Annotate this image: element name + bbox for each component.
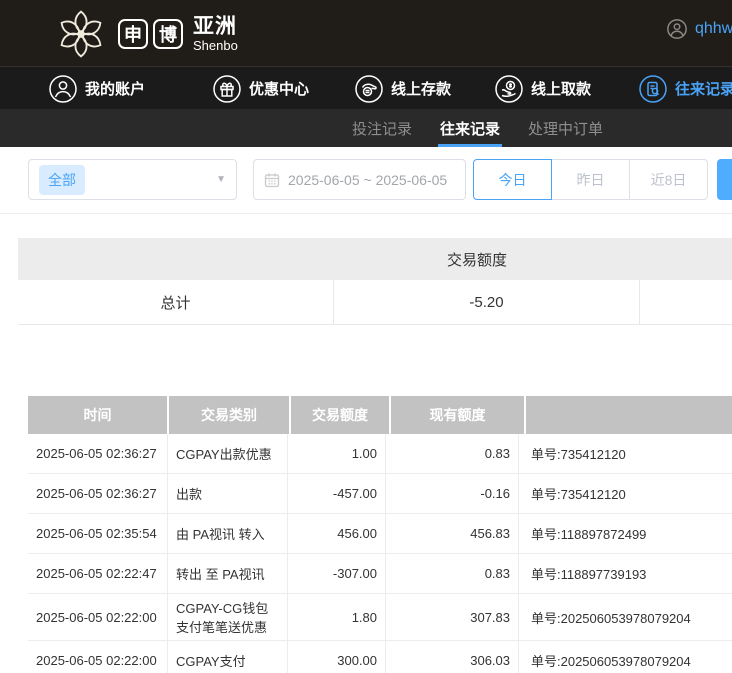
username[interactable]: qhhw [695, 20, 732, 38]
cell-amount: -457.00 [287, 474, 385, 513]
cell-time: 2025-06-05 02:36:27 [28, 474, 167, 513]
filter-bar: 全部 ▼ 2025-06-05 ~ 2025-06-05 今日 昨日 近8日 [0, 147, 732, 214]
col-header-note: 摘要 [526, 396, 732, 434]
nav-item-withdrawal[interactable]: 线上取款 [494, 67, 591, 110]
user-area[interactable]: qhhw [666, 18, 732, 40]
nav-label: 线上存款 [391, 78, 451, 99]
cell-balance: 456.83 [385, 514, 518, 553]
tab-transaction-records[interactable]: 往来记录 [440, 109, 500, 147]
cell-time: 2025-06-05 02:22:47 [28, 554, 167, 593]
nav-item-deposit[interactable]: 线上存款 [354, 67, 451, 110]
cell-note: 单号:202506053978079204 [518, 641, 732, 673]
table-row: 2025-06-05 02:22:00 CGPAY支付 300.00 306.0… [28, 641, 732, 673]
sub-nav: 投注记录 往来记录 处理中订单 [0, 109, 732, 147]
summary-extra-cell [639, 280, 732, 324]
cell-time: 2025-06-05 02:35:54 [28, 514, 167, 553]
records-table-header: 时间 交易类别 交易额度 现有额度 摘要 [28, 396, 732, 434]
cell-type: CGPAY-CG钱包支付笔笔送优惠 [167, 594, 287, 640]
cell-time: 2025-06-05 02:22:00 [28, 641, 167, 673]
summary-header: 交易额度 [18, 238, 732, 280]
records-icon [638, 74, 668, 104]
type-select-value[interactable]: 全部 [39, 165, 85, 195]
cell-type: 出款 [167, 474, 287, 513]
table-row: 2025-06-05 02:22:00 CGPAY-CG钱包支付笔笔送优惠 1.… [28, 594, 732, 641]
cell-balance: -0.16 [385, 474, 518, 513]
records-table: 时间 交易类别 交易额度 现有额度 摘要 2025-06-05 02:36:27… [28, 396, 732, 673]
tab-betting-records[interactable]: 投注记录 [352, 109, 412, 147]
withdrawal-icon [494, 74, 524, 104]
table-row: 2025-06-05 02:36:27 出款 -457.00 -0.16 单号:… [28, 474, 732, 514]
table-row: 2025-06-05 02:35:54 由 PA视讯 转入 456.00 456… [28, 514, 732, 554]
cell-note: 单号:118897872499 [518, 514, 732, 553]
cell-balance: 306.03 [385, 641, 518, 673]
brand-char-1: 申 [118, 19, 148, 49]
search-button[interactable] [717, 159, 732, 200]
nav-label: 线上取款 [531, 78, 591, 99]
site-header: 申 博 亚洲 Shenbo qhhw [0, 0, 732, 66]
cell-note: 单号:202506053978079204 [518, 594, 732, 640]
cell-balance: 0.83 [385, 554, 518, 593]
brand-name-boxes: 申 博 [118, 19, 183, 49]
brand-latin: Shenbo [193, 39, 238, 52]
flower-logo-icon [52, 6, 110, 62]
main-nav: 我的账户 优惠中心 线上存款 线上取款 [0, 66, 732, 109]
today-button[interactable]: 今日 [473, 159, 552, 200]
nav-label: 往来记录 [675, 78, 732, 99]
tab-pending-orders[interactable]: 处理中订单 [528, 109, 603, 147]
cell-note: 单号:735412120 [518, 434, 732, 473]
chevron-down-icon: ▼ [216, 174, 226, 185]
cell-amount: -307.00 [287, 554, 385, 593]
brand-region-block: 亚洲 Shenbo [193, 16, 238, 52]
date-range-input[interactable]: 2025-06-05 ~ 2025-06-05 [253, 159, 466, 200]
nav-item-promotions[interactable]: 优惠中心 [212, 67, 309, 110]
brand-region: 亚洲 [193, 16, 238, 37]
record-tabs: 投注记录 往来记录 处理中订单 [352, 109, 603, 147]
yesterday-button[interactable]: 昨日 [551, 159, 630, 200]
summary-total-value: -5.20 [333, 280, 639, 324]
cell-type: 转出 至 PA视讯 [167, 554, 287, 593]
cell-amount: 456.00 [287, 514, 385, 553]
cell-note: 单号:118897739193 [518, 554, 732, 593]
col-header-balance: 现有额度 [391, 396, 524, 434]
cell-balance: 0.83 [385, 434, 518, 473]
nav-item-transaction-records[interactable]: 往来记录 [638, 67, 732, 110]
account-icon [48, 74, 78, 104]
summary-total-row: 总计 -5.20 [18, 280, 732, 325]
cell-type: CGPAY支付 [167, 641, 287, 673]
gift-icon [212, 74, 242, 104]
cell-amount: 1.80 [287, 594, 385, 640]
user-avatar-icon [666, 18, 688, 40]
table-row: 2025-06-05 02:22:47 转出 至 PA视讯 -307.00 0.… [28, 554, 732, 594]
deposit-icon [354, 74, 384, 104]
cell-type: 由 PA视讯 转入 [167, 514, 287, 553]
cell-time: 2025-06-05 02:22:00 [28, 594, 167, 640]
col-header-time: 时间 [28, 396, 167, 434]
nav-label: 我的账户 [85, 78, 145, 99]
date-range-value: 2025-06-05 ~ 2025-06-05 [288, 172, 447, 188]
cell-balance: 307.83 [385, 594, 518, 640]
cell-amount: 1.00 [287, 434, 385, 473]
cell-time: 2025-06-05 02:36:27 [28, 434, 167, 473]
cell-amount: 300.00 [287, 641, 385, 673]
calendar-icon [264, 172, 280, 188]
nav-item-my-account[interactable]: 我的账户 [48, 67, 145, 110]
last-8-days-button[interactable]: 近8日 [629, 159, 708, 200]
cell-type: CGPAY出款优惠 [167, 434, 287, 473]
col-header-amount: 交易额度 [291, 396, 389, 434]
brand-logo[interactable]: 申 博 亚洲 Shenbo [52, 6, 238, 62]
summary-table: 交易额度 总计 -5.20 [18, 238, 732, 325]
nav-label: 优惠中心 [249, 78, 309, 99]
type-select[interactable]: 全部 ▼ [28, 159, 237, 200]
summary-total-label: 总计 [18, 280, 333, 324]
brand-char-2: 博 [153, 19, 183, 49]
table-row: 2025-06-05 02:36:27 CGPAY出款优惠 1.00 0.83 … [28, 434, 732, 474]
cell-note: 单号:735412120 [518, 474, 732, 513]
quick-date-buttons: 今日 昨日 近8日 [473, 159, 708, 200]
col-header-type: 交易类别 [169, 396, 289, 434]
records-table-body: 2025-06-05 02:36:27 CGPAY出款优惠 1.00 0.83 … [28, 434, 732, 673]
